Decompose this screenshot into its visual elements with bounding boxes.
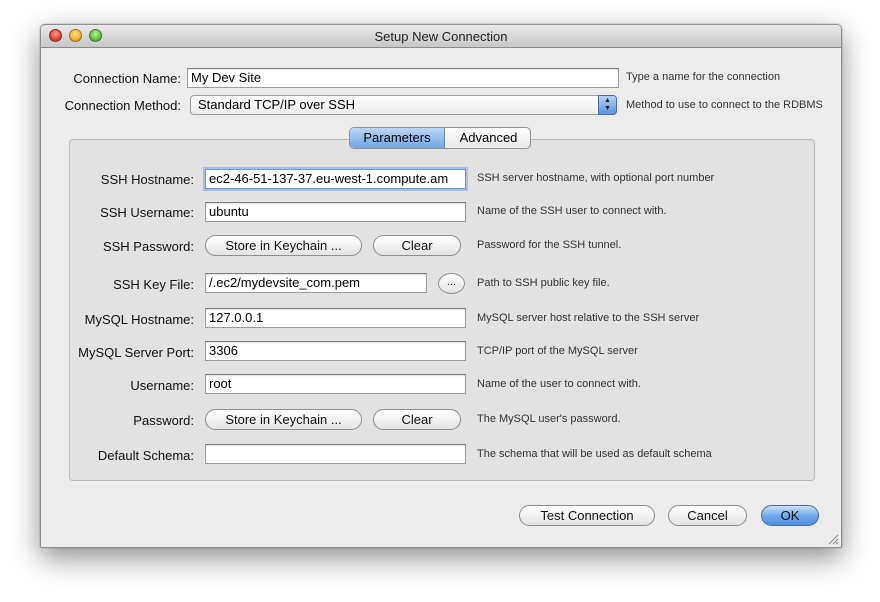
ssh-password-label: SSH Password: bbox=[102, 239, 194, 254]
ssh-store-keychain-button[interactable]: Store in Keychain ... bbox=[205, 235, 362, 256]
mysql-username-hint: Name of the user to connect with. bbox=[477, 378, 641, 390]
mysql-hostname-label: MySQL Hostname: bbox=[84, 312, 194, 327]
select-arrows-icon: ▲ ▼ bbox=[598, 95, 617, 115]
ssh-hostname-hint: SSH server hostname, with optional port … bbox=[477, 172, 715, 184]
ssh-keyfile-browse-button[interactable]: ... bbox=[438, 273, 465, 294]
ssh-username-label: SSH Username: bbox=[100, 205, 194, 220]
default-schema-hint: The schema that will be used as default … bbox=[477, 448, 712, 460]
mysql-username-input[interactable]: root bbox=[205, 374, 466, 394]
ssh-keyfile-hint: Path to SSH public key file. bbox=[477, 277, 610, 289]
ssh-clear-password-button[interactable]: Clear bbox=[373, 235, 461, 256]
mysql-username-label: Username: bbox=[130, 378, 194, 393]
ssh-keyfile-input[interactable]: /.ec2/mydevsite_com.pem bbox=[205, 273, 427, 293]
mysql-port-input[interactable]: 3306 bbox=[205, 341, 466, 361]
title-bar[interactable]: Setup New Connection bbox=[41, 25, 841, 48]
setup-connection-dialog: Setup New Connection Connection Name: My… bbox=[40, 24, 842, 548]
ssh-username-hint: Name of the SSH user to connect with. bbox=[477, 205, 667, 217]
connection-method-hint: Method to use to connect to the RDBMS bbox=[626, 99, 823, 111]
mysql-hostname-input[interactable]: 127.0.0.1 bbox=[205, 308, 466, 328]
cancel-button[interactable]: Cancel bbox=[668, 505, 747, 526]
connection-name-label: Connection Name: bbox=[73, 71, 181, 86]
ok-button[interactable]: OK bbox=[761, 505, 819, 526]
mysql-port-hint: TCP/IP port of the MySQL server bbox=[477, 345, 638, 357]
window-title: Setup New Connection bbox=[374, 29, 508, 44]
connection-method-value: Standard TCP/IP over SSH bbox=[198, 97, 356, 112]
mysql-port-label: MySQL Server Port: bbox=[78, 345, 194, 360]
mysql-password-hint: The MySQL user's password. bbox=[477, 413, 621, 425]
tab-advanced[interactable]: Advanced bbox=[445, 128, 530, 148]
default-schema-label: Default Schema: bbox=[97, 448, 194, 463]
resize-grip-icon[interactable] bbox=[828, 534, 839, 545]
mysql-clear-password-button[interactable]: Clear bbox=[373, 409, 461, 430]
connection-method-label: Connection Method: bbox=[64, 98, 181, 113]
ssh-hostname-input[interactable]: ec2-46-51-137-37.eu-west-1.compute.am bbox=[205, 169, 466, 189]
mysql-hostname-hint: MySQL server host relative to the SSH se… bbox=[477, 312, 700, 324]
tab-parameters[interactable]: Parameters bbox=[350, 128, 445, 148]
ssh-hostname-label: SSH Hostname: bbox=[100, 172, 194, 187]
test-connection-button[interactable]: Test Connection bbox=[519, 505, 655, 526]
ssh-keyfile-label: SSH Key File: bbox=[113, 277, 194, 292]
connection-name-hint: Type a name for the connection bbox=[626, 71, 781, 83]
connection-method-select[interactable]: Standard TCP/IP over SSH ▲ ▼ bbox=[190, 95, 617, 115]
connection-name-input[interactable]: My Dev Site bbox=[187, 68, 619, 88]
mysql-store-keychain-button[interactable]: Store in Keychain ... bbox=[205, 409, 362, 430]
default-schema-input[interactable] bbox=[205, 444, 466, 464]
tab-bar: Parameters Advanced bbox=[349, 127, 531, 149]
ssh-username-input[interactable]: ubuntu bbox=[205, 202, 466, 222]
ssh-password-hint: Password for the SSH tunnel. bbox=[477, 239, 622, 251]
mysql-password-label: Password: bbox=[133, 413, 194, 428]
